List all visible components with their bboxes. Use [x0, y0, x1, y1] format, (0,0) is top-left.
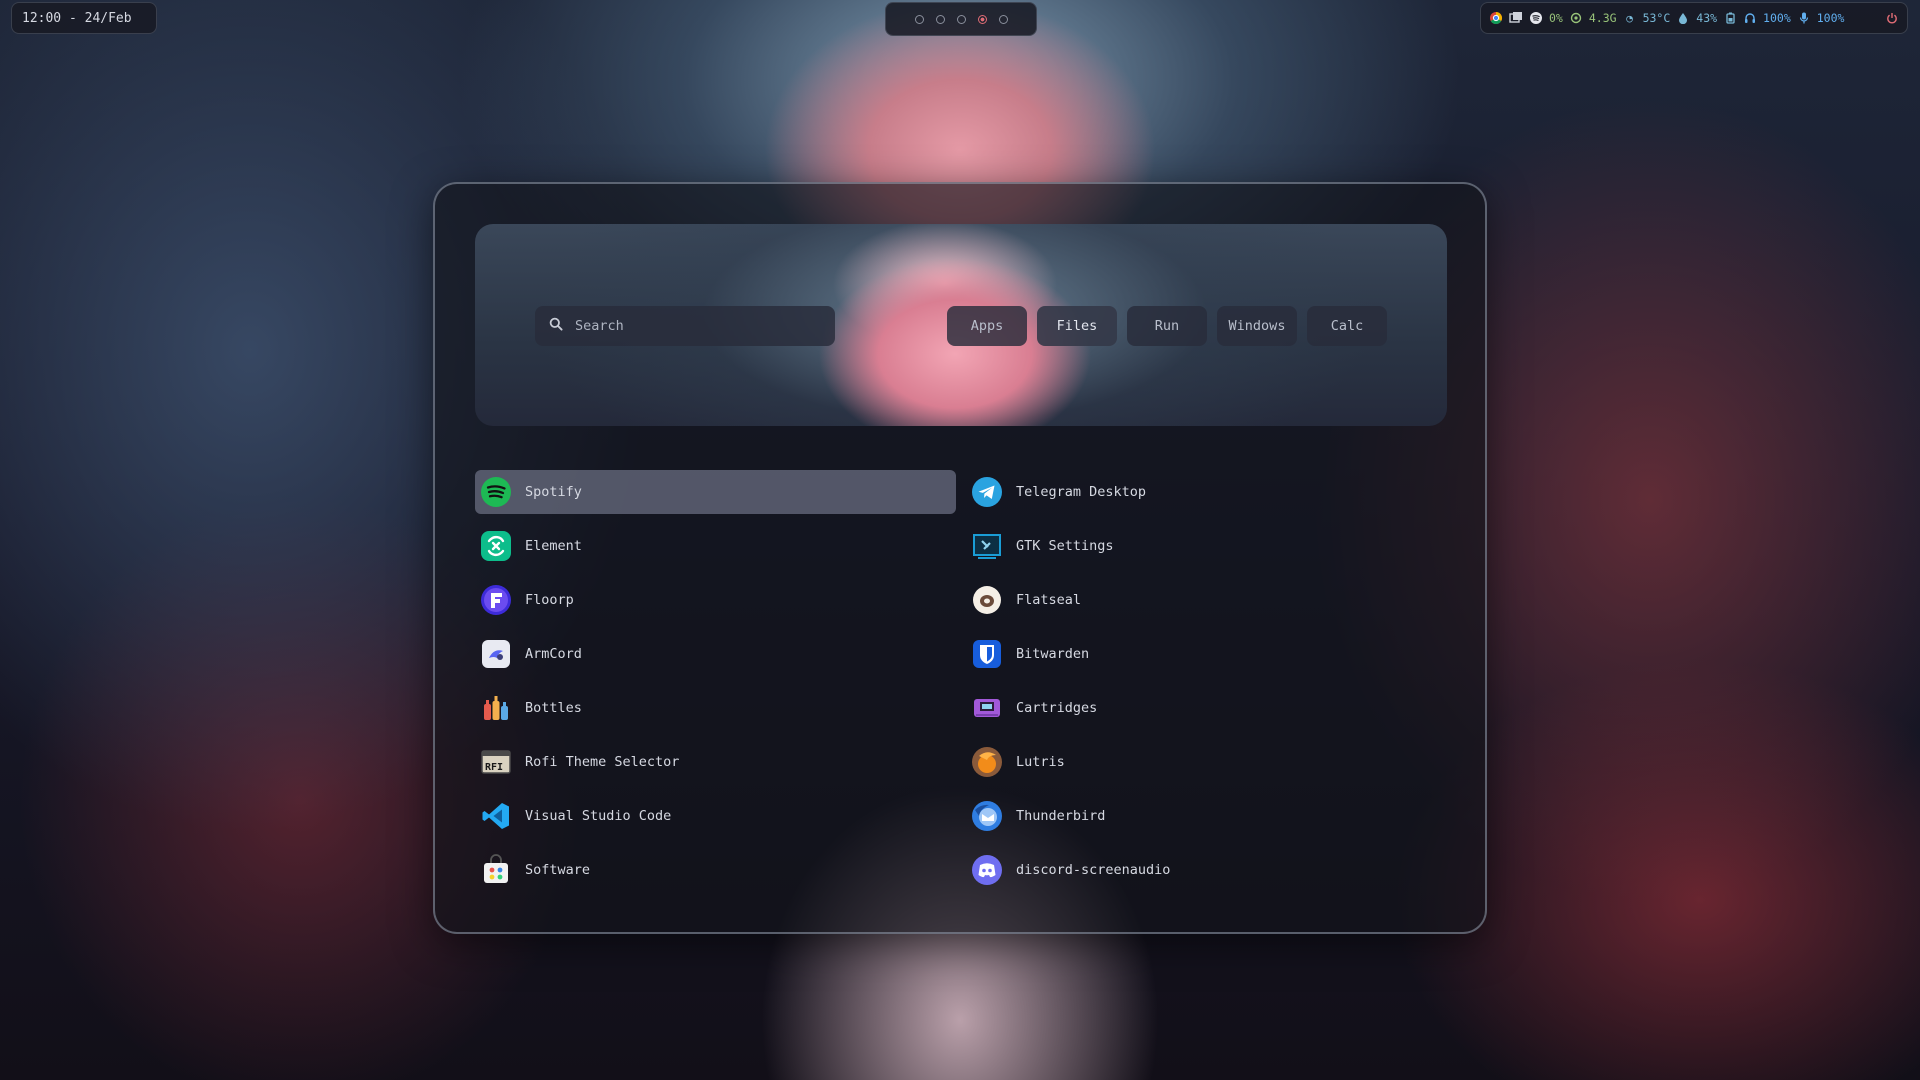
app-item-gtk-settings[interactable]: GTK Settings — [966, 524, 1447, 568]
spotify-icon — [479, 475, 513, 509]
clock-widget[interactable]: 12:00 - 24/Feb — [11, 2, 157, 34]
svg-text:RFI: RFI — [485, 762, 503, 773]
cartridges-icon — [970, 691, 1004, 725]
element-icon — [479, 529, 513, 563]
app-label: Flatseal — [1016, 592, 1082, 608]
app-item-armcord[interactable]: ArmCord — [475, 632, 956, 676]
search-input[interactable] — [573, 317, 817, 335]
app-list: Spotify Telegram Desktop Element GTK Set… — [475, 470, 1447, 892]
app-label: Software — [525, 862, 591, 878]
workspace-switcher — [885, 2, 1037, 36]
temperature-icon: ◔ — [1626, 11, 1633, 25]
app-item-software[interactable]: Software — [475, 848, 956, 892]
app-item-lutris[interactable]: Lutris — [966, 740, 1447, 784]
app-item-flatseal[interactable]: Flatseal — [966, 578, 1447, 622]
app-item-floorp[interactable]: Floorp — [475, 578, 956, 622]
app-item-discord-screenaudio[interactable]: discord-screenaudio — [966, 848, 1447, 892]
gtk-settings-icon — [970, 529, 1004, 563]
search-icon — [549, 317, 563, 335]
mode-apps-button[interactable]: Apps — [947, 306, 1027, 346]
brightness-icon — [1676, 11, 1690, 25]
app-label: Thunderbird — [1016, 808, 1106, 824]
app-item-thunderbird[interactable]: Thunderbird — [966, 794, 1447, 838]
software-icon — [479, 853, 513, 887]
vscode-icon — [479, 799, 513, 833]
telegram-icon — [970, 475, 1004, 509]
app-item-spotify[interactable]: Spotify — [475, 470, 956, 514]
app-item-telegram[interactable]: Telegram Desktop — [966, 470, 1447, 514]
app-launcher: Apps Files Run Windows Calc Spotify Tele… — [433, 182, 1487, 934]
memory-icon — [1569, 11, 1583, 25]
workspace-1[interactable] — [914, 14, 924, 24]
microphone-icon[interactable] — [1797, 11, 1811, 25]
workspace-5[interactable] — [998, 14, 1008, 24]
temperature-value[interactable]: 53°C — [1643, 11, 1671, 25]
app-item-element[interactable]: Element — [475, 524, 956, 568]
app-item-bottles[interactable]: Bottles — [475, 686, 956, 730]
spotify-tray-icon[interactable] — [1529, 11, 1543, 25]
window-switcher-icon[interactable] — [1509, 11, 1523, 25]
mode-files-button[interactable]: Files — [1037, 306, 1117, 346]
rofi-icon: RFI — [479, 745, 513, 779]
volume-value[interactable]: 100% — [1763, 11, 1791, 25]
app-label: Bitwarden — [1016, 646, 1090, 662]
power-icon[interactable] — [1885, 11, 1899, 25]
app-label: ArmCord — [525, 646, 582, 662]
workspace-4-active[interactable] — [977, 14, 987, 24]
thunderbird-icon — [970, 799, 1004, 833]
bottles-icon — [479, 691, 513, 725]
app-label: Bottles — [525, 700, 582, 716]
app-label: Lutris — [1016, 754, 1065, 770]
clock-text: 12:00 - 24/Feb — [22, 11, 132, 26]
app-label: Cartridges — [1016, 700, 1098, 716]
bitwarden-icon — [970, 637, 1004, 671]
system-tray: 0% 4.3G ◔ 53°C 43% 100% 100% — [1480, 2, 1908, 34]
launcher-header-banner: Apps Files Run Windows Calc — [475, 224, 1447, 426]
armcord-icon — [479, 637, 513, 671]
workspace-3[interactable] — [956, 14, 966, 24]
brightness-value[interactable]: 43% — [1696, 11, 1717, 25]
app-item-cartridges[interactable]: Cartridges — [966, 686, 1447, 730]
app-label: GTK Settings — [1016, 538, 1114, 554]
mic-value[interactable]: 100% — [1817, 11, 1845, 25]
search-box[interactable] — [535, 306, 835, 346]
floorp-icon — [479, 583, 513, 617]
app-label: discord-screenaudio — [1016, 862, 1171, 878]
mode-calc-button[interactable]: Calc — [1307, 306, 1387, 346]
workspace-2[interactable] — [935, 14, 945, 24]
app-item-bitwarden[interactable]: Bitwarden — [966, 632, 1447, 676]
cpu-usage[interactable]: 0% — [1549, 11, 1563, 25]
flatseal-icon — [970, 583, 1004, 617]
app-label: Rofi Theme Selector — [525, 754, 680, 770]
app-item-rofi-theme-selector[interactable]: RFI Rofi Theme Selector — [475, 740, 956, 784]
app-item-vscode[interactable]: Visual Studio Code — [475, 794, 956, 838]
app-label: Spotify — [525, 484, 582, 500]
mode-switcher: Apps Files Run Windows Calc — [947, 306, 1387, 346]
chrome-icon[interactable] — [1489, 11, 1503, 25]
mode-run-button[interactable]: Run — [1127, 306, 1207, 346]
mode-windows-button[interactable]: Windows — [1217, 306, 1297, 346]
memory-usage[interactable]: 4.3G — [1589, 11, 1617, 25]
app-label: Visual Studio Code — [525, 808, 672, 824]
lutris-icon — [970, 745, 1004, 779]
headphones-icon[interactable] — [1743, 11, 1757, 25]
app-label: Floorp — [525, 592, 574, 608]
app-label: Telegram Desktop — [1016, 484, 1147, 500]
discord-icon — [970, 853, 1004, 887]
app-label: Element — [525, 538, 582, 554]
battery-icon — [1723, 11, 1737, 25]
